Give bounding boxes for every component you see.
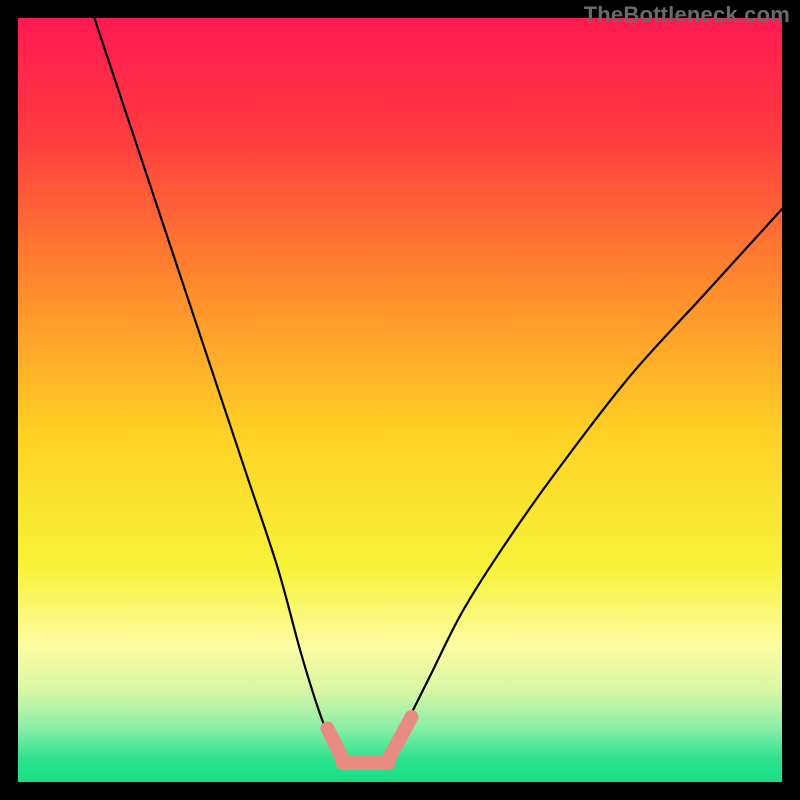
chart-frame: TheBottleneck.com bbox=[0, 0, 800, 800]
watermark-text: TheBottleneck.com bbox=[584, 2, 790, 28]
plot-area bbox=[18, 18, 782, 782]
bottleneck-chart bbox=[18, 18, 782, 782]
